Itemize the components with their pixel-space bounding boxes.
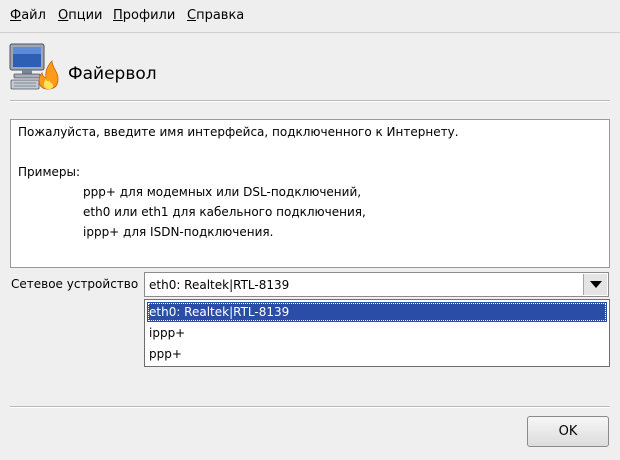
menu-help[interactable]: Справка (187, 8, 244, 24)
menu-help-mnemonic: С (187, 8, 197, 23)
triangle-down-icon (590, 281, 602, 288)
menu-profiles[interactable]: Профили (113, 8, 175, 24)
ok-button[interactable]: OK (527, 416, 609, 447)
network-device-combobox[interactable]: eth0: Realtek|RTL-8139 (144, 272, 609, 297)
footer-divider (10, 406, 610, 408)
page-header: Файервол (0, 33, 620, 99)
menu-bar: Файл Опции Профили Справка (0, 0, 620, 33)
network-device-selected-value: eth0: Realtek|RTL-8139 (149, 278, 290, 292)
header-divider (10, 100, 610, 102)
network-device-label: Сетевое устройство (11, 277, 139, 291)
combo-dropdown-button[interactable] (583, 274, 607, 295)
dropdown-option-eth0[interactable]: eth0: Realtek|RTL-8139 (147, 302, 607, 322)
menu-file[interactable]: Файл (10, 8, 46, 24)
menu-file-label: айл (21, 8, 46, 23)
dropdown-option-ippp[interactable]: ippp+ (147, 323, 607, 343)
menu-options[interactable]: Опции (58, 8, 102, 24)
menu-file-mnemonic: Ф (10, 8, 22, 23)
menu-options-label: пции (68, 8, 103, 23)
example-line: eth0 или eth1 для кабельного подключения… (83, 205, 366, 219)
example-line: ppp+ для модемных или DSL-подключений, (83, 185, 362, 199)
menu-help-label: правка (196, 8, 245, 23)
menu-profiles-mnemonic: П (113, 8, 123, 23)
example-line: ippp+ для ISDN-подключения. (83, 225, 274, 239)
computer-with-flame-icon (9, 43, 59, 90)
menu-profiles-label: рофили (122, 8, 176, 23)
menu-options-mnemonic: О (58, 8, 69, 23)
info-intro: Пожалуйста, введите имя интерфейса, подк… (18, 125, 459, 139)
dropdown-option-ppp[interactable]: ppp+ (147, 344, 607, 364)
info-text-box: Пожалуйста, введите имя интерфейса, подк… (10, 119, 610, 268)
network-device-dropdown-list: eth0: Realtek|RTL-8139 ippp+ ppp+ (144, 299, 610, 367)
page-title: Файервол (68, 64, 157, 84)
examples-heading: Примеры: (18, 165, 81, 179)
